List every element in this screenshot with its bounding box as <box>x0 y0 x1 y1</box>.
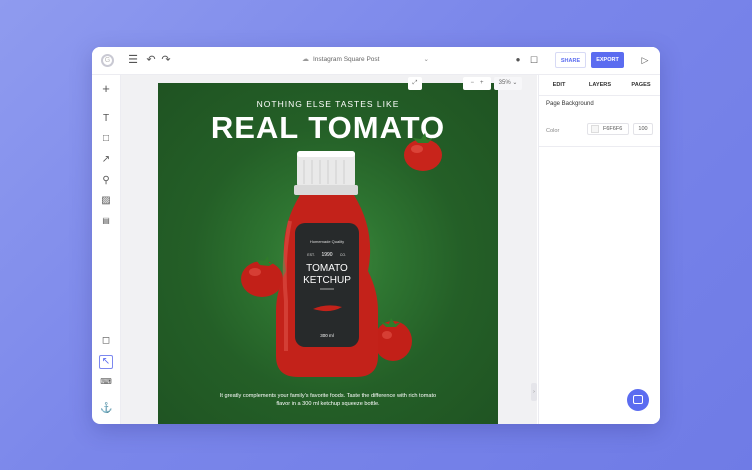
ketchup-bottle[interactable]: Homemade Quality EST. 1990 CO. TOMATO KE… <box>268 151 386 379</box>
share-button[interactable]: SHARE <box>555 52 586 68</box>
document-title-text: Instagram Square Post <box>313 55 380 63</box>
editor-window: G ☰ ↶ ↷ ☁ Instagram Square Post ⌄ ● ☐ SH… <box>92 47 660 424</box>
keyboard-icon[interactable]: ⌨ <box>100 376 112 388</box>
chevron-down-icon[interactable]: ⌄ <box>423 55 428 63</box>
top-bar: G ☰ ↶ ↷ ☁ Instagram Square Post ⌄ ● ☐ SH… <box>92 47 660 75</box>
play-icon[interactable]: ▷ <box>639 54 651 66</box>
settings-dot-icon[interactable]: ● <box>512 54 524 66</box>
opacity-input[interactable]: 100 <box>633 123 653 135</box>
fullscreen-icon[interactable]: ⤢ <box>408 77 422 90</box>
poster-body-text[interactable]: It greatly complements your family's fav… <box>213 392 443 408</box>
left-toolbar: + T □ ↗ ⚲ ▨ ▤ ◻ ↖ ⌨ ⚓ <box>92 75 121 424</box>
label-co: CO. <box>340 253 346 257</box>
redo-icon[interactable]: ↷ <box>160 54 172 66</box>
tab-divider <box>539 95 660 96</box>
tab-edit[interactable]: EDIT <box>539 75 579 96</box>
shape-tool-icon[interactable]: □ <box>100 133 112 145</box>
add-icon[interactable]: + <box>100 82 112 95</box>
document-title[interactable]: ☁ Instagram Square Post ⌄ <box>302 55 429 64</box>
poster-canvas[interactable]: NOTHING ELSE TASTES LIKE REAL TOMATO Hom… <box>158 83 498 424</box>
tomato-top-right <box>404 133 442 171</box>
menu-icon[interactable]: ☰ <box>127 54 139 66</box>
table-tool-icon[interactable]: ▤ <box>100 215 112 227</box>
tab-pages[interactable]: PAGES <box>621 75 660 95</box>
search-tool-icon[interactable]: ⚲ <box>100 175 112 187</box>
canvas-area: NOTHING ELSE TASTES LIKE REAL TOMATO Hom… <box>121 75 537 424</box>
zoom-controls: − + <box>463 77 491 90</box>
image-tool-icon[interactable]: ▨ <box>100 195 112 207</box>
properties-panel: EDIT LAYERS PAGES Page Background Color … <box>538 75 660 424</box>
undo-icon[interactable]: ↶ <box>145 54 157 66</box>
label-product-line2: KETCHUP <box>303 275 351 286</box>
zoom-out-icon[interactable]: − <box>470 80 474 86</box>
color-label: Color <box>546 128 560 134</box>
label-product-line1: TOMATO <box>306 263 348 274</box>
label-year: 1990 <box>321 252 332 258</box>
select-tool-icon[interactable]: ↖ <box>99 355 113 369</box>
chat-icon <box>633 395 643 404</box>
line-tool-icon[interactable]: ↗ <box>100 154 112 166</box>
app-logo: G <box>101 54 114 67</box>
zoom-level-text: 35% <box>498 80 511 86</box>
color-value: F6F6F6 <box>603 126 623 132</box>
chat-launcher-button[interactable] <box>627 389 649 411</box>
text-tool-icon[interactable]: T <box>100 113 112 125</box>
poster-tagline[interactable]: NOTHING ELSE TASTES LIKE <box>158 99 498 109</box>
label-brand-top: Homemade Quality <box>310 239 344 244</box>
zoom-level-select[interactable]: 35% ⌄ <box>494 77 522 90</box>
comment-icon[interactable]: ☐ <box>528 54 540 66</box>
tab-layers[interactable]: LAYERS <box>579 75 621 95</box>
label-volume: 300 ml <box>320 333 334 338</box>
frame-tool-icon[interactable]: ◻ <box>100 335 112 347</box>
pin-icon[interactable]: ⚓ <box>100 403 112 415</box>
section-divider <box>539 146 660 147</box>
section-title: Page Background <box>546 101 594 107</box>
color-input[interactable]: F6F6F6 <box>587 123 629 135</box>
export-button[interactable]: EXPORT <box>591 52 624 68</box>
color-swatch[interactable] <box>591 124 599 133</box>
cloud-icon: ☁ <box>302 56 309 63</box>
zoom-in-icon[interactable]: + <box>480 80 484 86</box>
panel-collapse-handle[interactable]: › <box>531 383 537 401</box>
label-est: EST. <box>307 253 315 257</box>
